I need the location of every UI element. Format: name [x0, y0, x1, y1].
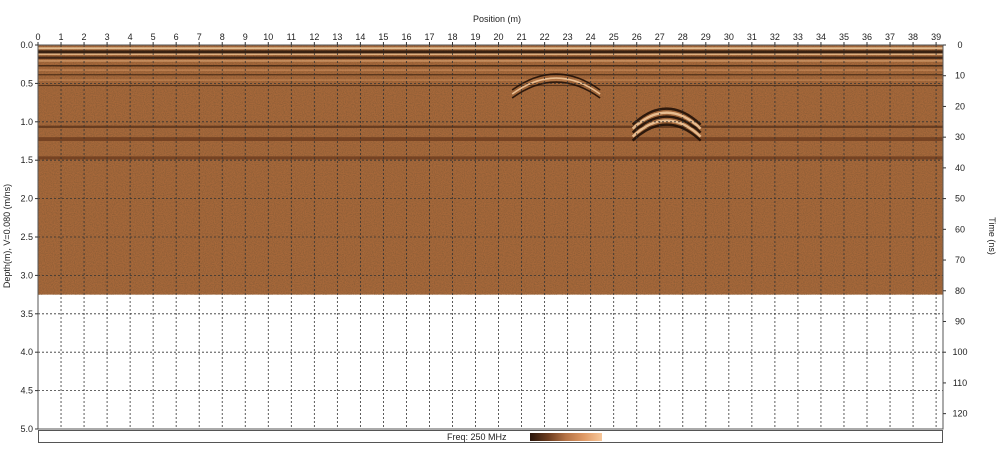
- reflector-band: [38, 53, 943, 55]
- x-tick-label: 33: [793, 32, 803, 42]
- x-tick-label: 14: [355, 32, 365, 42]
- time-tick-label: 80: [955, 286, 965, 296]
- time-tick-label: 50: [955, 194, 965, 204]
- x-tick-label: 1: [59, 32, 64, 42]
- x-tick-label: 39: [931, 32, 941, 42]
- depth-tick-label: 1.5: [20, 155, 33, 165]
- time-tick-label: 100: [952, 347, 967, 357]
- x-tick-label: 22: [540, 32, 550, 42]
- x-tick-label: 4: [128, 32, 133, 42]
- time-axis-ticks: 0 10 20 30 40 50 60 70 80 90 100 110 120: [943, 40, 968, 419]
- x-tick-label: 37: [885, 32, 895, 42]
- frequency-footer: Freq: 250 MHz: [38, 430, 943, 443]
- x-tick-label: 6: [174, 32, 179, 42]
- depth-tick-label: 3.5: [20, 309, 33, 319]
- x-tick-label: 23: [563, 32, 573, 42]
- x-tick-label: 8: [220, 32, 225, 42]
- reflector-band: [38, 69, 943, 71]
- y-axis-title-right: Time (ns): [987, 217, 997, 255]
- x-tick-label: 21: [517, 32, 527, 42]
- time-tick-label: 110: [953, 378, 967, 388]
- x-tick-label: 17: [424, 32, 434, 42]
- time-tick-label: 60: [955, 224, 965, 234]
- depth-tick-label: 4.5: [20, 386, 33, 396]
- x-tick-label: 10: [263, 32, 273, 42]
- x-tick-label: 24: [586, 32, 596, 42]
- depth-tick-label: 0.0: [20, 40, 33, 50]
- time-tick-label: 90: [955, 316, 965, 326]
- depth-tick-label: 4.0: [20, 347, 33, 357]
- x-tick-label: 3: [105, 32, 110, 42]
- frequency-label: Freq: 250 MHz: [447, 432, 507, 442]
- reflector-band: [38, 74, 943, 76]
- time-tick-label: 0: [957, 40, 962, 50]
- reflector-band: [38, 50, 943, 54]
- x-tick-label: 20: [494, 32, 504, 42]
- time-tick-label: 10: [955, 71, 965, 81]
- time-tick-label: 120: [952, 409, 967, 419]
- x-tick-label: 2: [82, 32, 87, 42]
- reflector-band: [38, 125, 943, 128]
- x-axis-ticks: 0 1 2 3 4 5 6 7 8 9 10 11 12 13 14 15 16 17 18 19 20 21 22 23 24…: [35, 32, 941, 45]
- reflector-band: [38, 47, 943, 50]
- x-tick-label: 18: [447, 32, 457, 42]
- x-tick-label: 35: [839, 32, 849, 42]
- time-tick-label: 30: [955, 132, 965, 142]
- x-tick-label: 29: [701, 32, 711, 42]
- x-tick-label: 34: [816, 32, 826, 42]
- amplitude-colorbar: [530, 433, 602, 441]
- depth-tick-label: 5.0: [20, 424, 33, 434]
- x-tick-label: 11: [287, 32, 296, 42]
- depth-tick-label: 2.0: [20, 194, 33, 204]
- x-tick-label: 15: [378, 32, 388, 42]
- x-tick-label: 9: [243, 32, 248, 42]
- x-tick-label: 32: [770, 32, 780, 42]
- depth-axis-ticks: 0.0 0.5 1.0 1.5 2.0 2.5 3.0 3.5 4.0 4.5 5.0: [20, 40, 38, 434]
- x-tick-label: 26: [632, 32, 642, 42]
- radar-data-layer: [38, 45, 943, 295]
- depth-tick-label: 1.0: [20, 117, 33, 127]
- time-tick-label: 40: [955, 163, 965, 173]
- reflector-band: [38, 137, 943, 141]
- x-tick-label: 28: [678, 32, 688, 42]
- x-tick-label: 16: [401, 32, 411, 42]
- reflector-band: [38, 156, 943, 160]
- depth-tick-label: 3.0: [20, 270, 33, 280]
- x-tick-label: 5: [151, 32, 156, 42]
- reflector-band: [38, 64, 943, 67]
- x-tick-label: 27: [655, 32, 665, 42]
- x-tick-label: 19: [471, 32, 481, 42]
- x-tick-label: 13: [332, 32, 342, 42]
- reflector-band: [38, 84, 943, 87]
- x-tick-label: 7: [197, 32, 202, 42]
- reflector-band: [38, 60, 943, 62]
- depth-tick-label: 0.5: [20, 78, 33, 88]
- x-tick-label: 0: [35, 32, 40, 42]
- time-tick-label: 20: [955, 101, 965, 111]
- time-tick-label: 70: [955, 255, 965, 265]
- x-tick-label: 31: [747, 32, 757, 42]
- radar-noise-texture: [38, 45, 943, 295]
- x-tick-label: 30: [724, 32, 734, 42]
- y-axis-title-left: Depth(m), V=0.080 (m/ns): [2, 184, 12, 288]
- reflector-band: [38, 79, 943, 81]
- depth-tick-label: 2.5: [20, 232, 33, 242]
- x-tick-label: 25: [609, 32, 619, 42]
- reflector-band: [38, 56, 943, 59]
- radargram-chart: Position (m) Depth(m), V=0.080 (m/ns) Ti…: [2, 14, 997, 434]
- x-axis-title: Position (m): [473, 14, 521, 24]
- x-tick-label: 38: [908, 32, 918, 42]
- x-tick-label: 12: [309, 32, 319, 42]
- x-tick-label: 36: [862, 32, 872, 42]
